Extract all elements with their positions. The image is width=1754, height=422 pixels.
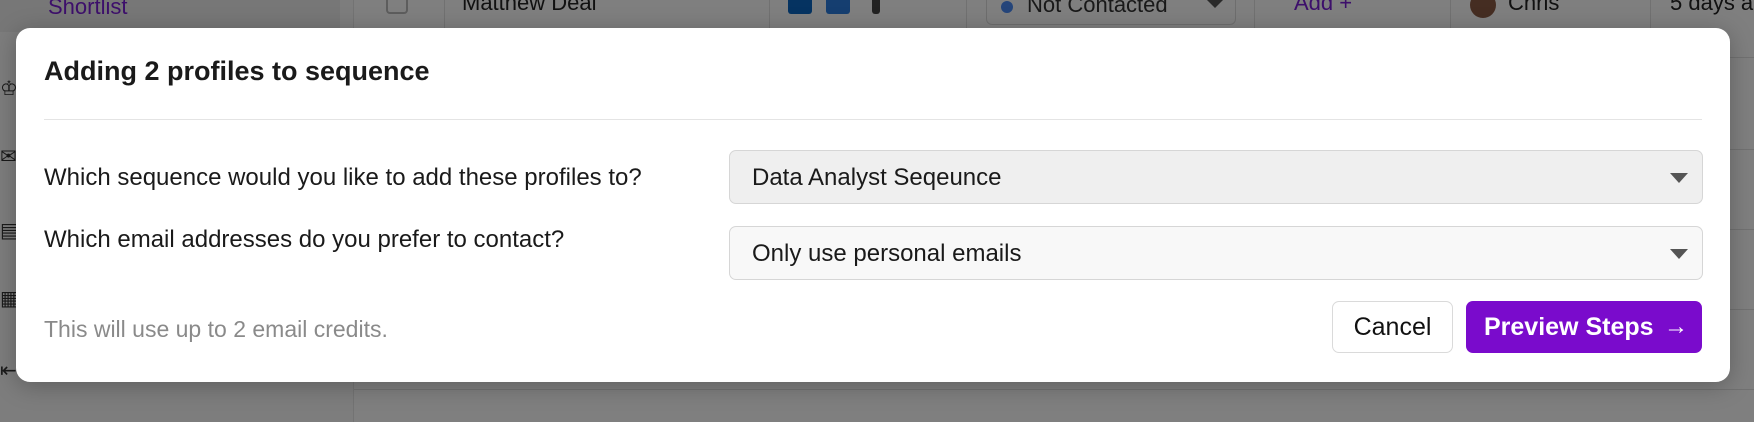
email-preference-select[interactable]: Only use personal emails	[729, 226, 1703, 280]
sequence-select-value: Data Analyst Seqeunce	[752, 164, 1002, 191]
modal-title: Adding 2 profiles to sequence	[44, 56, 430, 86]
preview-steps-label: Preview Steps	[1484, 312, 1654, 341]
divider	[44, 119, 1702, 120]
sequence-select[interactable]: Data Analyst Seqeunce	[729, 150, 1703, 204]
sequence-question-label: Which sequence would you like to add the…	[44, 164, 642, 191]
add-to-sequence-modal: Adding 2 profiles to sequence Which sequ…	[16, 28, 1730, 382]
chevron-down-icon	[1670, 249, 1688, 259]
cancel-button[interactable]: Cancel	[1332, 301, 1453, 353]
arrow-right-icon: →	[1664, 313, 1688, 340]
email-preference-value: Only use personal emails	[752, 240, 1022, 267]
chevron-down-icon	[1670, 173, 1688, 183]
email-question-label: Which email addresses do you prefer to c…	[44, 226, 565, 253]
credits-note: This will use up to 2 email credits.	[44, 316, 388, 342]
preview-steps-button[interactable]: Preview Steps →	[1466, 301, 1702, 353]
